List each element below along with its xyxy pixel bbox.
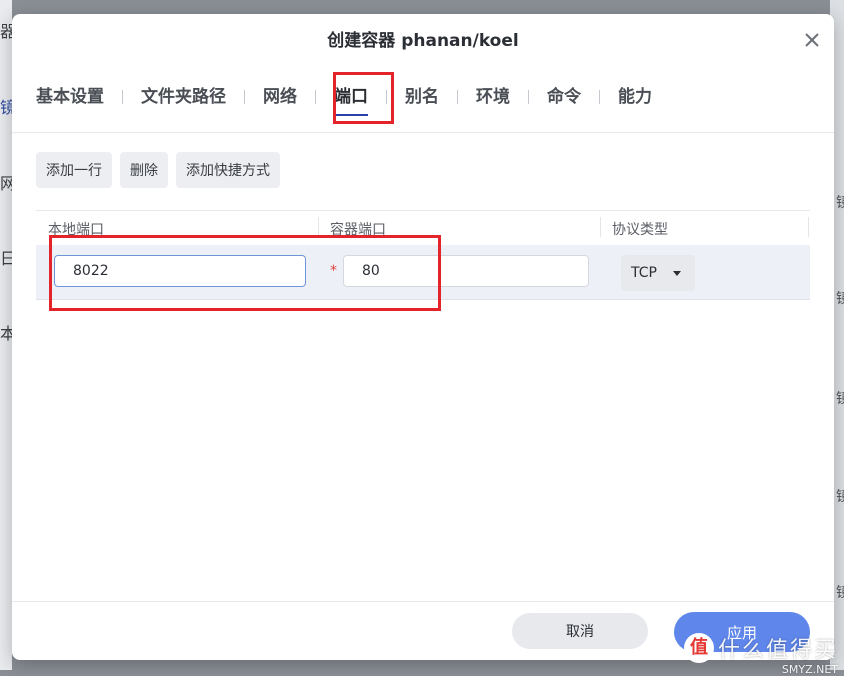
background-text: 镜 [836, 391, 844, 407]
annotation-box-tab [333, 72, 394, 124]
tab-divider [122, 90, 123, 104]
tab-environment[interactable]: 环境 [476, 82, 510, 112]
tab-basic-settings[interactable]: 基本设置 [36, 82, 104, 112]
add-row-button[interactable]: 添加一行 [36, 152, 112, 188]
background-text: 镜 [836, 489, 844, 505]
tab-divider-line [12, 132, 834, 133]
background-text: 镜 [836, 585, 844, 601]
tab-divider [315, 90, 316, 104]
annotation-box-ports [49, 235, 441, 311]
tab-divider [244, 90, 245, 104]
tab-network[interactable]: 网络 [263, 82, 297, 112]
column-divider [808, 217, 809, 237]
cancel-button[interactable]: 取消 [512, 613, 648, 649]
tab-capabilities[interactable]: 能力 [618, 82, 652, 112]
tab-divider [528, 90, 529, 104]
column-divider [600, 217, 601, 237]
create-container-dialog: 创建容器 phanan/koel 基本设置 文件夹路径 网络 端口 别名 环境 … [12, 14, 834, 660]
background-app-left: 器 镜 网 日 本 [0, 0, 14, 670]
close-icon[interactable] [802, 30, 822, 50]
tab-divider [599, 90, 600, 104]
tab-folder-paths[interactable]: 文件夹路径 [141, 82, 226, 112]
tab-command[interactable]: 命令 [547, 82, 581, 112]
add-shortcut-button[interactable]: 添加快捷方式 [176, 152, 280, 188]
background-text: 镜 [836, 291, 844, 307]
tab-aliases[interactable]: 别名 [405, 82, 439, 112]
dialog-footer: 取消 应用 [12, 601, 834, 660]
delete-button[interactable]: 删除 [120, 152, 168, 188]
protocol-select[interactable]: TCP [621, 255, 695, 291]
tab-divider [457, 90, 458, 104]
port-toolbar: 添加一行 删除 添加快捷方式 [36, 152, 280, 188]
background-text: 镜 [836, 195, 844, 211]
protocol-value: TCP [631, 265, 657, 281]
dialog-title: 创建容器 phanan/koel [327, 31, 519, 51]
column-header-protocol: 协议类型 [612, 222, 668, 238]
apply-button[interactable]: 应用 [674, 612, 810, 652]
caret-down-icon [673, 271, 681, 276]
column-divider [318, 217, 319, 237]
